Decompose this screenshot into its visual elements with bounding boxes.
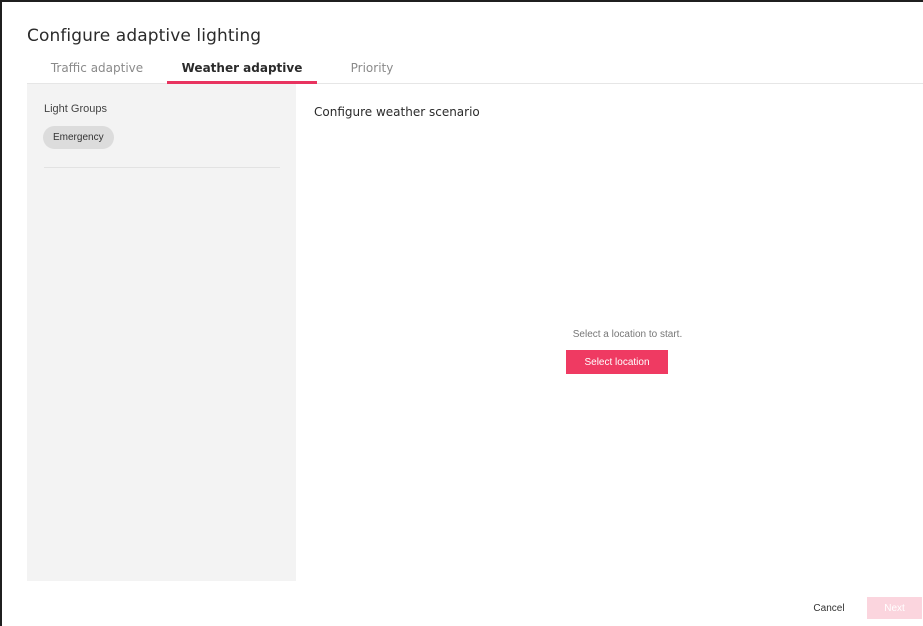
configure-adaptive-lighting-dialog: Configure adaptive lighting Traffic adap…	[0, 0, 923, 626]
tab-traffic-adaptive[interactable]: Traffic adaptive	[27, 55, 167, 82]
sidebar-divider	[44, 167, 280, 168]
empty-state: Select a location to start.	[296, 329, 923, 340]
tab-weather-adaptive[interactable]: Weather adaptive	[167, 55, 317, 84]
tab-priority[interactable]: Priority	[317, 55, 427, 82]
light-groups-heading: Light Groups	[44, 103, 107, 115]
tab-bar: Traffic adaptive Weather adaptive Priori…	[27, 55, 923, 84]
cancel-button[interactable]: Cancel	[800, 597, 858, 619]
weather-scenario-heading: Configure weather scenario	[314, 105, 480, 119]
next-button[interactable]: Next	[867, 597, 922, 619]
empty-state-text: Select a location to start.	[572, 329, 683, 340]
light-group-chip-emergency[interactable]: Emergency	[43, 126, 114, 149]
light-groups-sidebar: Light Groups Emergency	[27, 84, 296, 581]
dialog-title: Configure adaptive lighting	[27, 26, 262, 46]
select-location-button[interactable]: Select location	[566, 350, 668, 374]
